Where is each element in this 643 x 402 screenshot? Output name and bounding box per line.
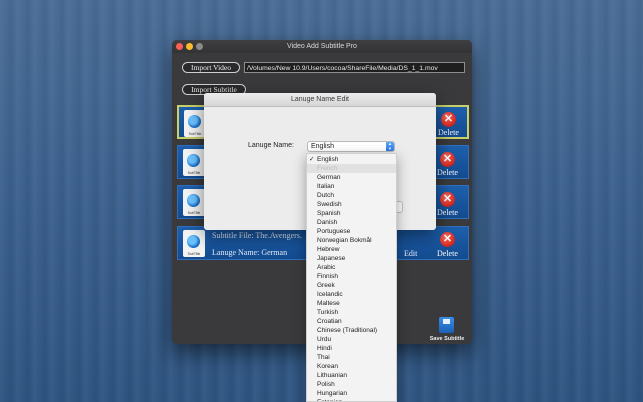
checkmark-icon: ✓ (309, 156, 315, 163)
menu-item-language[interactable]: Korean (307, 362, 396, 371)
menu-item-label: Portuguese (317, 228, 351, 235)
menu-item-label: Chinese (Traditional) (317, 327, 378, 334)
menu-item-language[interactable]: Urdu (307, 335, 396, 344)
menu-item-label: Hungarian (317, 390, 347, 397)
menu-item-label: Icelandic (317, 291, 343, 298)
menu-item-language[interactable]: Thai (307, 353, 396, 362)
save-disk-icon[interactable] (439, 317, 454, 333)
menu-item-language[interactable]: Lithuanian (307, 371, 396, 380)
menu-item-language[interactable]: Swedish (307, 200, 396, 209)
language-menu: ✓ English French German Italian Dutch Swedish S… (306, 153, 397, 402)
delete-icon[interactable]: ✕ (441, 112, 456, 127)
menu-item-language[interactable]: Portuguese (307, 227, 396, 236)
menu-item-language[interactable]: Arabic (307, 263, 396, 272)
subtitle-file-icon: SubTitle (183, 230, 205, 257)
menu-item-label: Turkish (317, 309, 339, 316)
menu-item-language[interactable]: Hebrew (307, 245, 396, 254)
menu-item-label: Spanish (317, 210, 341, 217)
menu-item-label: Thai (317, 354, 330, 361)
language-name-label: Lanuge Name: (248, 142, 294, 149)
delete-label[interactable]: Delete (438, 128, 459, 137)
menu-item-language[interactable]: Dutch (307, 191, 396, 200)
delete-label[interactable]: Delete (437, 208, 458, 217)
menu-item-label: Korean (317, 363, 338, 370)
language-name-text: Lanuge Name: German (212, 248, 288, 257)
popup-selected-value: English (311, 143, 334, 150)
save-subtitle-button[interactable]: Save Subtitle (422, 336, 472, 342)
delete-icon[interactable]: ✕ (440, 192, 455, 207)
menu-item-language[interactable]: Japanese (307, 254, 396, 263)
delete-label[interactable]: Delete (437, 249, 458, 258)
menu-item-language[interactable]: Finnish (307, 272, 396, 281)
menu-item-language[interactable]: German (307, 173, 396, 182)
menu-item-label: Hindi (317, 345, 332, 352)
menu-item-language[interactable]: Spanish (307, 209, 396, 218)
menu-item-language[interactable]: Hindi (307, 344, 396, 353)
menu-item-language[interactable]: ✓ English (307, 155, 396, 164)
edit-button[interactable]: Edit (404, 249, 417, 258)
menu-item-language[interactable]: Croatian (307, 317, 396, 326)
menu-item-label: Italian (317, 183, 335, 190)
title-bar: Video Add Subtitle Pro (172, 40, 472, 53)
menu-item-label: German (317, 174, 341, 181)
menu-item-label: French (317, 165, 338, 172)
menu-item-label: Urdu (317, 336, 332, 343)
menu-item-label: Polish (317, 381, 335, 388)
window-title: Video Add Subtitle Pro (287, 43, 357, 50)
menu-item-language[interactable]: French (307, 164, 396, 173)
dialog-title-bar: Lanuge Name Edit (204, 93, 436, 107)
menu-item-language[interactable]: Maltese (307, 299, 396, 308)
menu-item-language[interactable]: Turkish (307, 308, 396, 317)
menu-item-label: Danish (317, 219, 338, 226)
video-path-field[interactable]: /Volumes/New 10.9/Users/cocoa/ShareFile/… (244, 62, 465, 73)
menu-item-label: Norwegian Bokmål (317, 237, 372, 244)
menu-item-label: Dutch (317, 192, 334, 199)
menu-item-label: Swedish (317, 201, 342, 208)
menu-item-language[interactable]: Icelandic (307, 290, 396, 299)
updown-chevron-icon: ▲ ▼ (386, 141, 394, 151)
delete-label[interactable]: Delete (437, 168, 458, 177)
menu-item-language[interactable]: Danish (307, 218, 396, 227)
dialog-title: Lanuge Name Edit (291, 96, 349, 103)
subtitle-file-text: Subtitle File: The.Avengers. (212, 231, 302, 240)
menu-item-language[interactable]: Italian (307, 182, 396, 191)
menu-item-label: Hebrew (317, 246, 340, 253)
menu-item-language[interactable]: Norwegian Bokmål (307, 236, 396, 245)
menu-item-language[interactable]: Estonian (307, 398, 396, 401)
menu-item-language[interactable]: Polish (307, 380, 396, 389)
language-popup[interactable]: English ▲ ▼ (307, 141, 395, 152)
menu-item-language[interactable]: Chinese (Traditional) (307, 326, 396, 335)
menu-item-label: Croatian (317, 318, 342, 325)
menu-item-language[interactable]: Hungarian (307, 389, 396, 398)
menu-item-label: Arabic (317, 264, 336, 271)
import-video-button[interactable]: Import Video (182, 62, 240, 73)
subtitle-file-icon: SubTitle (183, 149, 205, 176)
subtitle-file-icon: SubTitle (183, 189, 205, 216)
menu-item-label: Finnish (317, 273, 338, 280)
menu-item-label: Japanese (317, 255, 346, 262)
menu-item-label: Greek (317, 282, 335, 289)
menu-item-language[interactable]: Greek (307, 281, 396, 290)
menu-item-label: English (317, 156, 339, 163)
subtitle-file-icon: SubTitle (184, 110, 206, 137)
delete-icon[interactable]: ✕ (440, 152, 455, 167)
menu-item-label: Maltese (317, 300, 340, 307)
delete-icon[interactable]: ✕ (440, 232, 455, 247)
menu-item-label: Lithuanian (317, 372, 347, 379)
